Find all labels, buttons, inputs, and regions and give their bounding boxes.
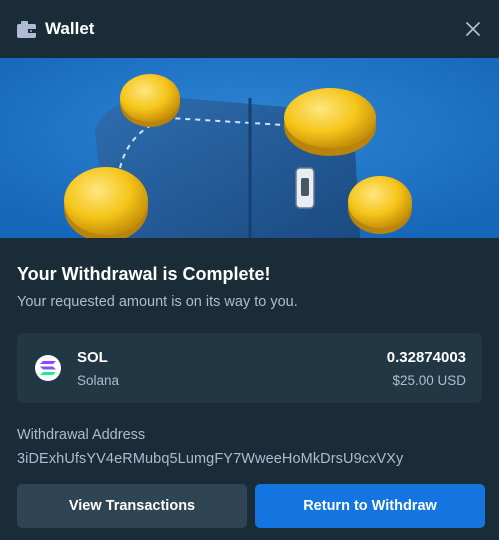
modal-content: Your Withdrawal is Complete! Your reques…: [0, 238, 499, 467]
return-to-withdraw-button[interactable]: Return to Withdraw: [255, 484, 485, 528]
modal-title: Wallet: [45, 19, 95, 38]
asset-amount: 0.32874003: [386, 348, 466, 366]
status-heading: Your Withdrawal is Complete!: [17, 264, 271, 284]
action-buttons: View Transactions Return to Withdraw: [17, 484, 485, 528]
modal-header: Wallet: [0, 0, 499, 58]
asset-usd-value: $25.00 USD: [392, 372, 466, 388]
asset-values: 0.32874003 $25.00 USD: [387, 349, 466, 388]
withdrawal-address-label: Withdrawal Address: [17, 427, 146, 443]
withdrawal-address-value: 3iDExhUfsYV4eRMubq5LumgFY7WweeHoMkDrsU9c…: [17, 451, 404, 467]
banner-image: [0, 58, 499, 238]
asset-summary-card: SOL Solana 0.32874003 $25.00 USD: [17, 333, 482, 403]
view-transactions-button[interactable]: View Transactions: [17, 484, 247, 528]
header-title-group: Wallet: [17, 19, 94, 39]
wallet-icon: [17, 20, 36, 38]
asset-names: SOL Solana: [77, 349, 119, 388]
asset-network: Solana: [77, 372, 120, 388]
solana-icon: [35, 355, 61, 381]
asset-symbol: SOL: [77, 348, 108, 366]
status-subheading: Your requested amount is on its way to y…: [17, 294, 298, 310]
wallet-modal: Wallet Your Withdrawal is Complete! Your…: [0, 0, 499, 540]
close-icon[interactable]: [464, 20, 482, 38]
